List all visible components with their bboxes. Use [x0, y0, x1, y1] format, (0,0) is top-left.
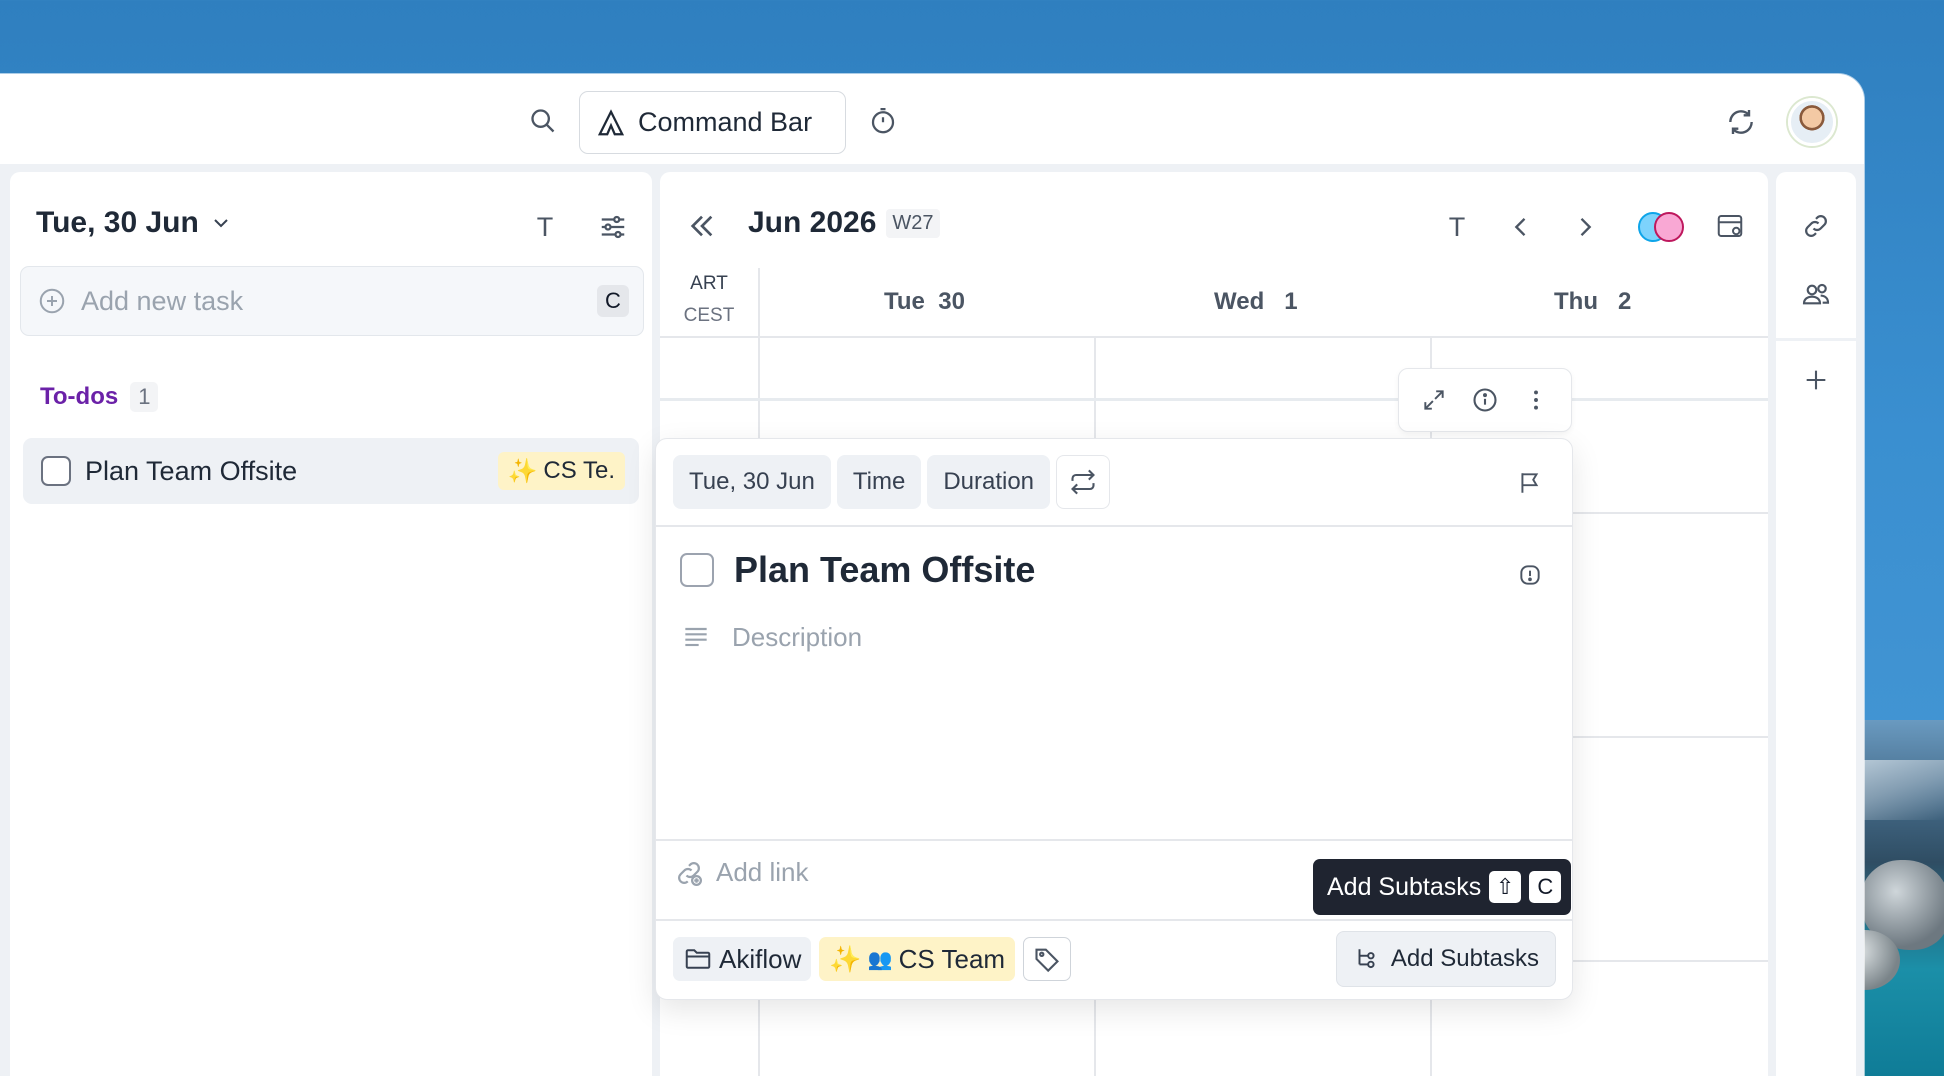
today-button[interactable]: T [530, 210, 560, 244]
calendar-accounts-toggle[interactable] [1638, 212, 1684, 242]
task-row[interactable]: Plan Team Offsite ✨ CS Te. [23, 438, 639, 504]
task-checkbox[interactable] [41, 456, 71, 486]
add-task-input[interactable]: Add new task C [20, 266, 644, 336]
subtasks-icon [1353, 946, 1379, 972]
add-link-icon [674, 858, 704, 888]
command-bar-button[interactable]: Command Bar [579, 91, 846, 154]
divider [656, 525, 1572, 527]
flag-icon[interactable] [1514, 467, 1546, 499]
duration-chip[interactable]: Duration [927, 455, 1051, 509]
add-link-field[interactable]: Add link [674, 857, 809, 888]
description-placeholder: Description [732, 621, 863, 652]
schedule-chips: Tue, 30 Jun Time Duration [673, 455, 1111, 509]
todos-section-header[interactable]: To-dos 1 [40, 382, 159, 412]
task-detail-popup: Tue, 30 Jun Time Duration Plan Team Offs… [655, 438, 1573, 1000]
tag-icon [1033, 945, 1061, 973]
calendar-settings-icon[interactable] [1712, 208, 1748, 244]
sparkles-icon: ✨ [507, 457, 538, 485]
task-tag-label: CS Te. [543, 457, 615, 484]
section-label: To-dos [40, 383, 119, 410]
task-checkbox[interactable] [680, 553, 714, 587]
sparkles-icon: ✨ [829, 943, 862, 974]
tag-label: CS Team [898, 943, 1006, 974]
month-label: Jun 2026 [748, 206, 877, 239]
tz-primary: ART [690, 273, 728, 294]
shortcut-badge: C [597, 285, 629, 317]
timezone-labels: ART CEST [660, 268, 758, 332]
more-vertical-icon[interactable] [1523, 387, 1549, 413]
tz-secondary: CEST [683, 305, 735, 326]
divider [656, 919, 1572, 921]
chevron-right-icon[interactable] [1568, 210, 1602, 244]
sync-icon[interactable] [1722, 103, 1760, 141]
double-chevron-left-icon[interactable] [684, 208, 720, 244]
command-bar-label: Command Bar [638, 107, 813, 137]
avatar[interactable] [1788, 98, 1836, 146]
chevron-down-icon [209, 211, 233, 235]
time-chip[interactable]: Time [836, 455, 922, 509]
add-subtasks-label: Add Subtasks [1390, 945, 1539, 972]
popup-footer-chips: Akiflow ✨ 👥 CS Team [673, 937, 1072, 981]
akiflow-logo-icon [596, 108, 626, 138]
task-tag-chip[interactable]: ✨ CS Te. [497, 452, 625, 490]
chevron-left-icon[interactable] [1504, 210, 1538, 244]
date-chip[interactable]: Tue, 30 Jun [673, 455, 831, 509]
plus-icon[interactable] [1800, 364, 1832, 396]
calendar-today-button[interactable]: T [1442, 210, 1472, 244]
add-tag-button[interactable] [1023, 937, 1072, 981]
description-field[interactable]: Description [680, 621, 862, 653]
timer-icon[interactable] [866, 104, 900, 138]
task-title-row: Plan Team Offsite [680, 549, 1035, 591]
grid-line [660, 398, 1768, 401]
day-header-tue[interactable]: Tue 30 [884, 288, 965, 316]
month-title: Jun 2026 W27 [748, 206, 940, 240]
day-header-thu[interactable]: Thu 2 [1554, 288, 1631, 316]
grid-line [660, 336, 1768, 338]
rail-divider [1776, 338, 1856, 341]
add-subtasks-button[interactable]: Add Subtasks [1335, 931, 1556, 987]
add-task-placeholder: Add new task [81, 285, 244, 316]
people-icon: 👥 [867, 948, 893, 971]
week-badge: W27 [886, 208, 940, 238]
filter-icon[interactable] [596, 210, 630, 244]
project-chip[interactable]: Akiflow [673, 937, 812, 981]
task-title: Plan Team Offsite [85, 455, 298, 486]
day-selector[interactable]: Tue, 30 Jun [36, 206, 233, 240]
day-label: Tue, 30 Jun [36, 206, 199, 239]
add-subtasks-tooltip: Add Subtasks ⇧ C [1313, 859, 1572, 915]
shift-key-badge: ⇧ [1489, 871, 1522, 903]
expand-icon[interactable] [1421, 387, 1447, 413]
priority-icon[interactable] [1514, 559, 1546, 591]
day-panel: Tue, 30 Jun T Add new task C To-dos 1 Pl… [10, 172, 652, 1076]
day-header-wed[interactable]: Wed 1 [1214, 288, 1298, 316]
c-key-badge: C [1529, 871, 1562, 903]
link-icon[interactable] [1798, 208, 1834, 244]
description-icon [680, 621, 712, 653]
top-bar: Command Bar [0, 74, 1864, 164]
repeat-button[interactable] [1056, 455, 1111, 509]
repeat-icon [1069, 468, 1097, 496]
plus-circle-icon [37, 286, 67, 316]
project-label: Akiflow [719, 943, 802, 974]
right-rail [1776, 172, 1856, 1076]
info-icon[interactable] [1471, 386, 1499, 414]
tag-chip[interactable]: ✨ 👥 CS Team [819, 937, 1016, 981]
search-icon[interactable] [526, 104, 560, 138]
folder-icon [683, 944, 713, 974]
people-icon[interactable] [1798, 276, 1834, 312]
tooltip-label: Add Subtasks [1327, 872, 1482, 901]
task-title-text[interactable]: Plan Team Offsite [734, 549, 1035, 591]
divider [656, 839, 1572, 841]
add-link-placeholder: Add link [716, 857, 809, 887]
section-count: 1 [130, 382, 159, 412]
popup-toolbar [1398, 368, 1572, 432]
